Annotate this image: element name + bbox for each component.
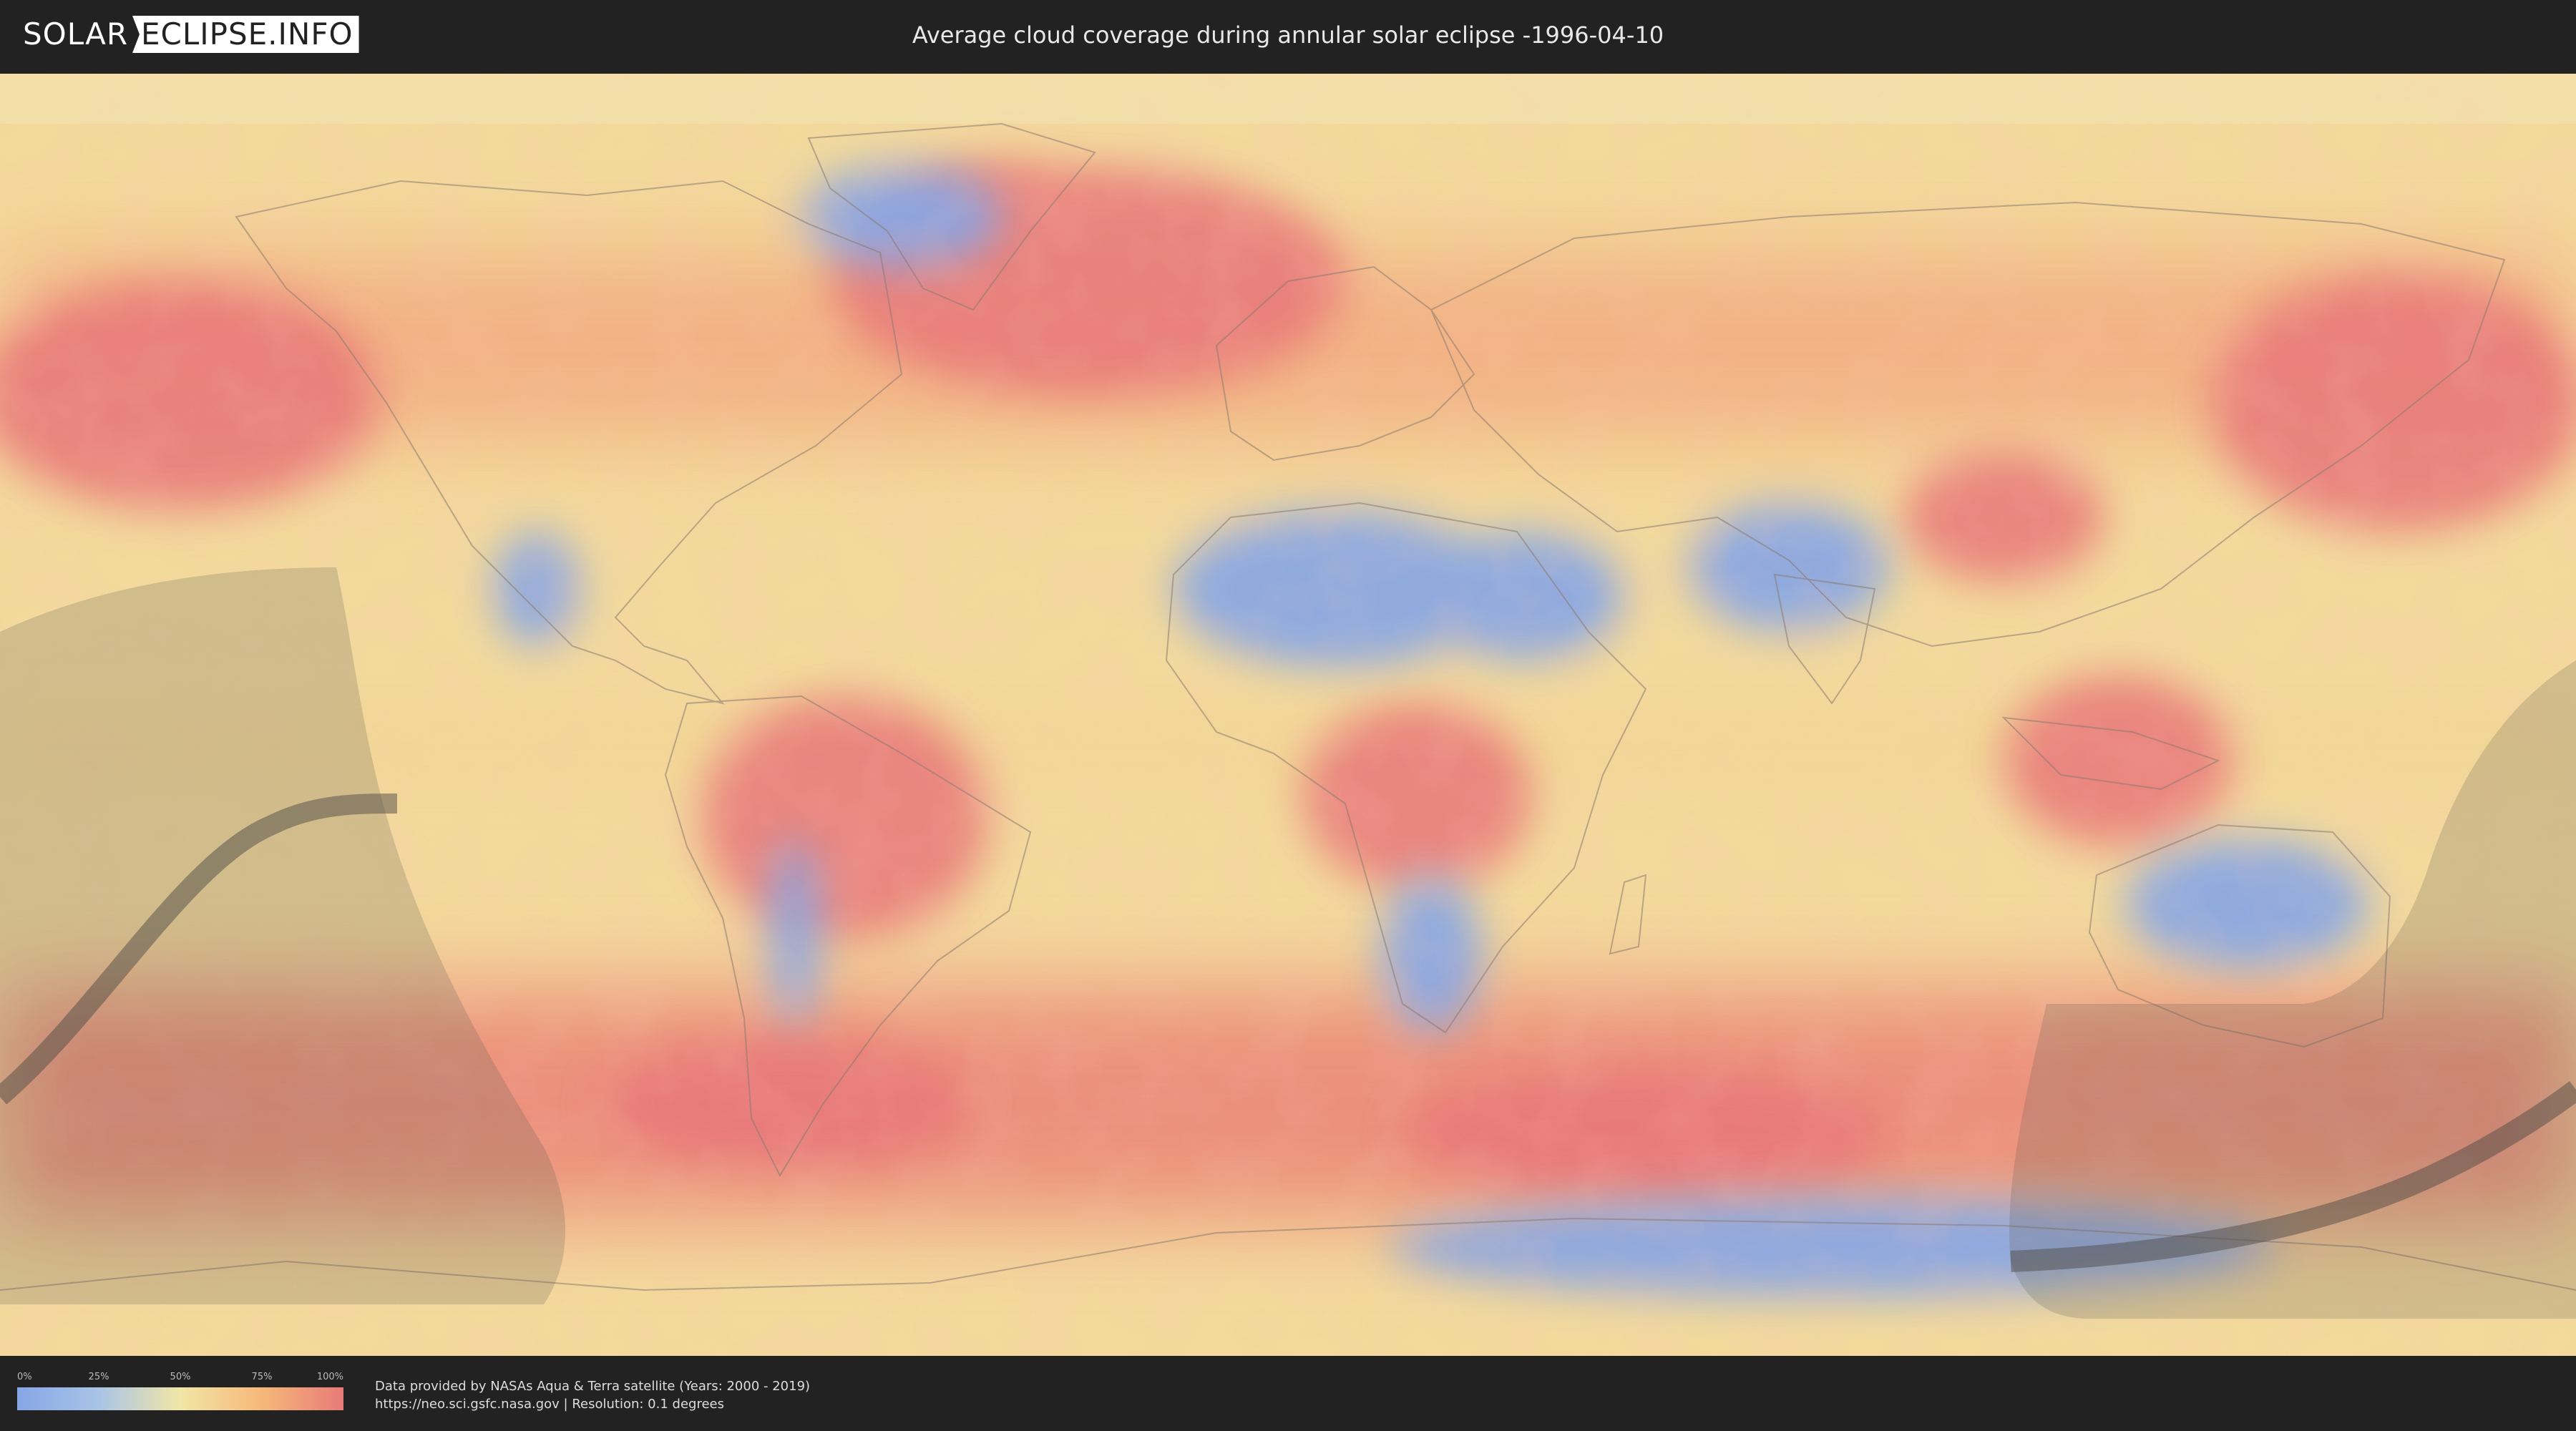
data-credits: Data provided by NASAs Aqua & Terra sate… <box>375 1377 810 1413</box>
legend-tick-25: 25% <box>88 1372 109 1382</box>
legend-tick-labels: 0% 25% 50% 75% 100% <box>17 1372 343 1384</box>
cloud-coverage-map[interactable] <box>0 74 2576 1356</box>
legend-tick-100: 100% <box>316 1372 343 1382</box>
page: SOLAR ECLIPSE.INFO Average cloud coverag… <box>0 0 2576 1431</box>
header-bar: SOLAR ECLIPSE.INFO Average cloud coverag… <box>0 0 2576 72</box>
map-canvas <box>0 74 2576 1356</box>
legend-tick-75: 75% <box>251 1372 273 1382</box>
footer-bar: 0% 25% 50% 75% 100% Data provided by NAS… <box>0 1356 2576 1431</box>
credits-line-source: Data provided by NASAs Aqua & Terra sate… <box>375 1379 811 1394</box>
cloud-legend: 0% 25% 50% 75% 100% <box>17 1372 343 1410</box>
legend-tick-0: 0% <box>17 1372 32 1382</box>
page-title: Average cloud coverage during annular so… <box>912 21 1664 49</box>
legend-tick-50: 50% <box>170 1372 191 1382</box>
legend-gradient-bar <box>17 1387 343 1410</box>
credits-line-resolution: https://neo.sci.gsfc.nasa.gov | Resoluti… <box>375 1397 724 1412</box>
